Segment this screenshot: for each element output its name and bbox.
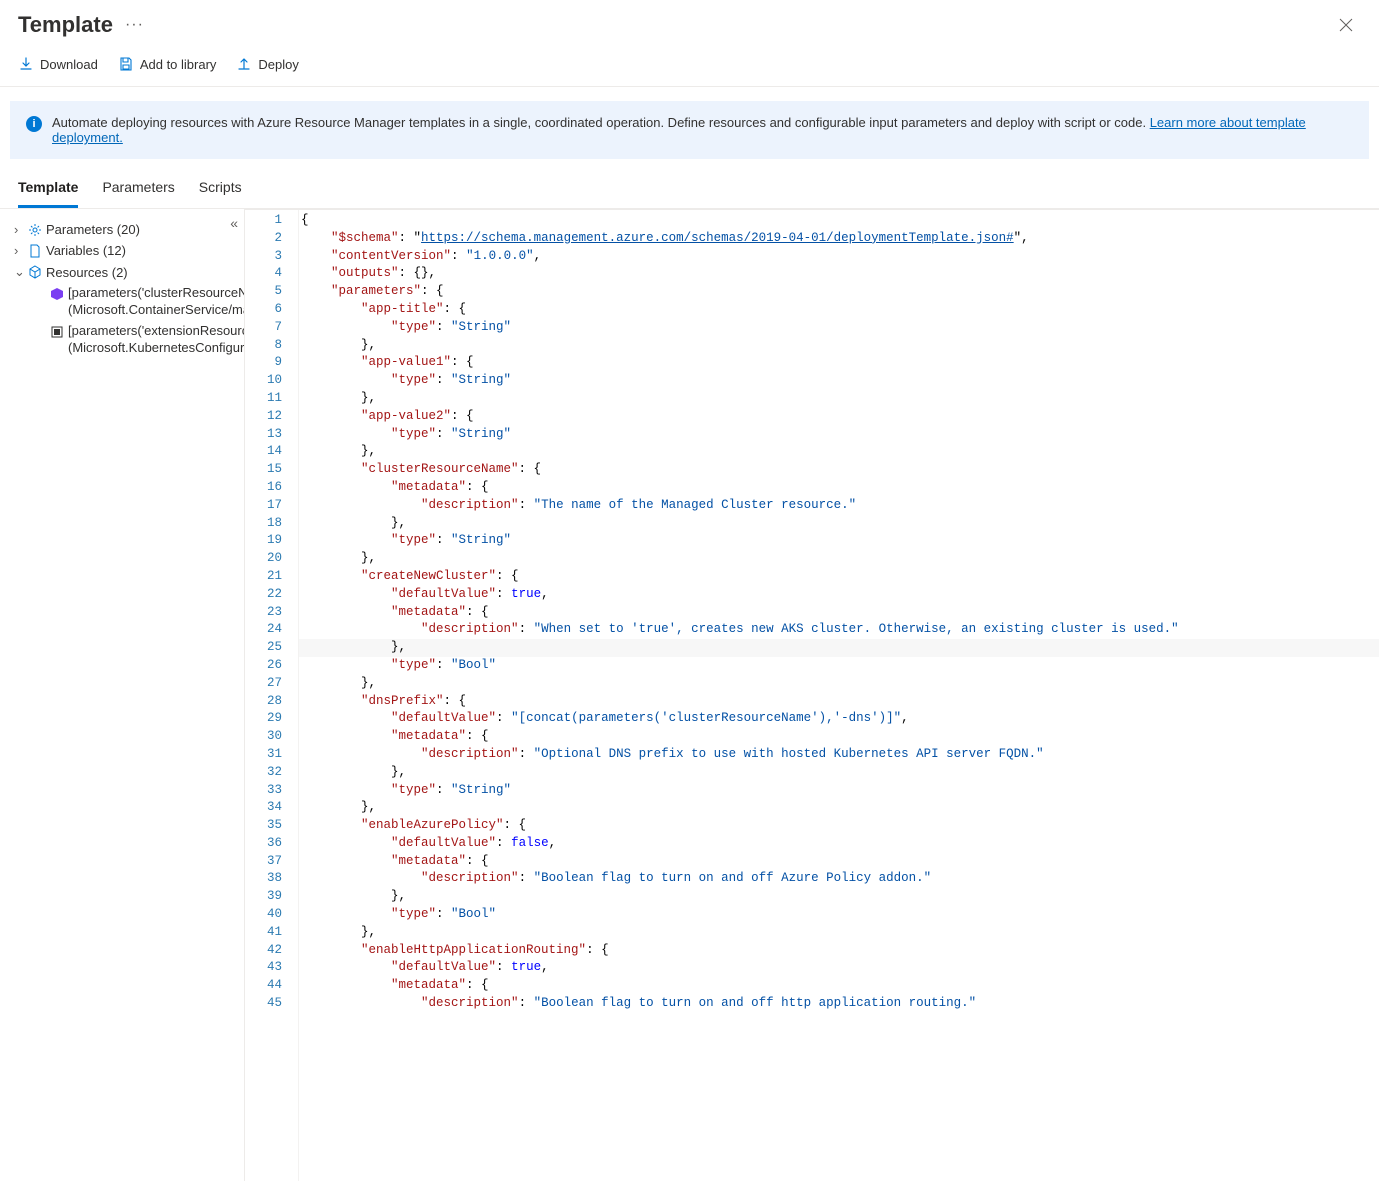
tab-scripts[interactable]: Scripts [199, 179, 242, 208]
tree-resource-2-line1: [parameters('extensionResourceNa [68, 323, 244, 338]
tree-resources-label: Resources (2) [46, 265, 128, 280]
tree-resource-1[interactable]: [parameters('clusterResourceName (Micros… [14, 283, 244, 321]
code-editor[interactable]: 1234567891011121314151617181920212223242… [244, 209, 1379, 1181]
deploy-button[interactable]: Deploy [236, 56, 298, 72]
line-number-gutter: 1234567891011121314151617181920212223242… [245, 210, 299, 1181]
download-icon [18, 56, 34, 72]
document-icon [28, 244, 42, 258]
gear-icon [28, 223, 42, 237]
chevron-right-icon: › [14, 243, 26, 258]
deploy-icon [236, 56, 252, 72]
extension-icon [50, 325, 64, 339]
info-icon: i [26, 116, 42, 132]
tree-variables[interactable]: › Variables (12) [14, 240, 244, 261]
chevron-down-icon: ⌄ [14, 264, 26, 280]
tab-parameters[interactable]: Parameters [102, 179, 174, 208]
toolbar: Download Add to library Deploy [0, 46, 1379, 87]
tree-resource-2[interactable]: [parameters('extensionResourceNa (Micros… [14, 321, 244, 359]
tree-resource-1-line2: (Microsoft.ContainerService/mana [68, 302, 244, 317]
tab-template[interactable]: Template [18, 179, 78, 208]
tabs: Template Parameters Scripts [0, 159, 1379, 209]
tree-resources[interactable]: ⌄ Resources (2) [14, 261, 244, 283]
download-button[interactable]: Download [18, 56, 98, 72]
add-to-library-label: Add to library [140, 57, 217, 72]
deploy-label: Deploy [258, 57, 298, 72]
save-icon [118, 56, 134, 72]
tree-parameters-label: Parameters (20) [46, 222, 140, 237]
tree-parameters[interactable]: › Parameters (20) [14, 219, 244, 240]
tree-variables-label: Variables (12) [46, 243, 126, 258]
info-bar: i Automate deploying resources with Azur… [10, 101, 1369, 159]
header-bar: Template ··· [0, 0, 1379, 46]
close-icon[interactable] [1331, 14, 1361, 36]
code-content[interactable]: { "$schema": "https://schema.management.… [299, 210, 1379, 1181]
info-text: Automate deploying resources with Azure … [52, 115, 1353, 145]
chevron-right-icon: › [14, 222, 26, 237]
more-menu-icon[interactable]: ··· [125, 16, 144, 34]
download-label: Download [40, 57, 98, 72]
info-text-body: Automate deploying resources with Azure … [52, 115, 1150, 130]
add-to-library-button[interactable]: Add to library [118, 56, 217, 72]
page-title: Template [18, 12, 113, 38]
cube-icon [28, 265, 42, 279]
tree-resource-1-line1: [parameters('clusterResourceName [68, 285, 244, 300]
sidebar-tree: « › Parameters (20) › Variables (12) ⌄ [0, 209, 244, 1181]
tree-resource-2-line2: (Microsoft.KubernetesConfiguratic [68, 340, 244, 355]
aks-icon [50, 287, 64, 301]
collapse-sidebar-icon[interactable]: « [230, 215, 238, 231]
